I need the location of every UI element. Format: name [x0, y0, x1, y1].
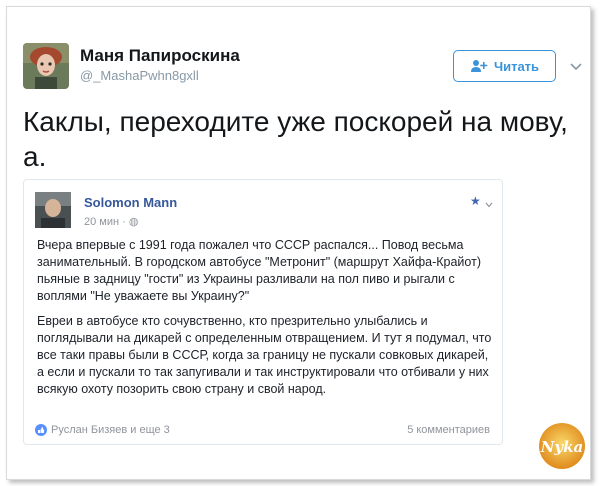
likes-text: Руслан Бизяев и еще 3 — [51, 424, 170, 436]
quoted-author-name[interactable]: Solomon Mann — [84, 195, 177, 210]
quoted-post[interactable]: Solomon Mann 20 мин · ◍ ★ Вчера впервые … — [23, 179, 503, 445]
follow-label: Читать — [493, 58, 540, 74]
author-name[interactable]: Маня Папироскина — [80, 46, 240, 66]
quoted-post-meta: 20 мин · ◍ — [84, 215, 138, 228]
chevron-down-icon[interactable] — [570, 58, 582, 71]
star-icon[interactable]: ★ — [470, 194, 481, 208]
likes-summary[interactable]: Руслан Бизяев и еще 3 — [35, 424, 170, 436]
chevron-down-icon[interactable] — [485, 195, 493, 208]
svg-text:Nyka: Nyka — [540, 438, 584, 456]
author-handle[interactable]: @_MashaPwhn8gxll — [80, 68, 199, 83]
quoted-author-avatar[interactable] — [35, 192, 71, 228]
comments-count[interactable]: 5 комментариев — [407, 424, 490, 436]
tweet-text: Каклы, переходите уже поскорей на мову, … — [23, 106, 568, 172]
site-watermark-logo: Nyka — [537, 421, 587, 471]
follow-button[interactable]: Читать — [453, 50, 556, 82]
globe-icon: ◍ — [128, 216, 139, 228]
like-icon — [35, 424, 47, 436]
quoted-post-paragraph: Вчера впервые с 1991 года пожалел что СС… — [37, 238, 481, 303]
quoted-post-time: 20 мин · — [84, 216, 129, 228]
add-user-icon — [470, 59, 488, 73]
quoted-post-paragraph: Евреи в автобусе кто сочувственно, кто п… — [37, 314, 492, 396]
author-avatar[interactable] — [23, 43, 69, 89]
